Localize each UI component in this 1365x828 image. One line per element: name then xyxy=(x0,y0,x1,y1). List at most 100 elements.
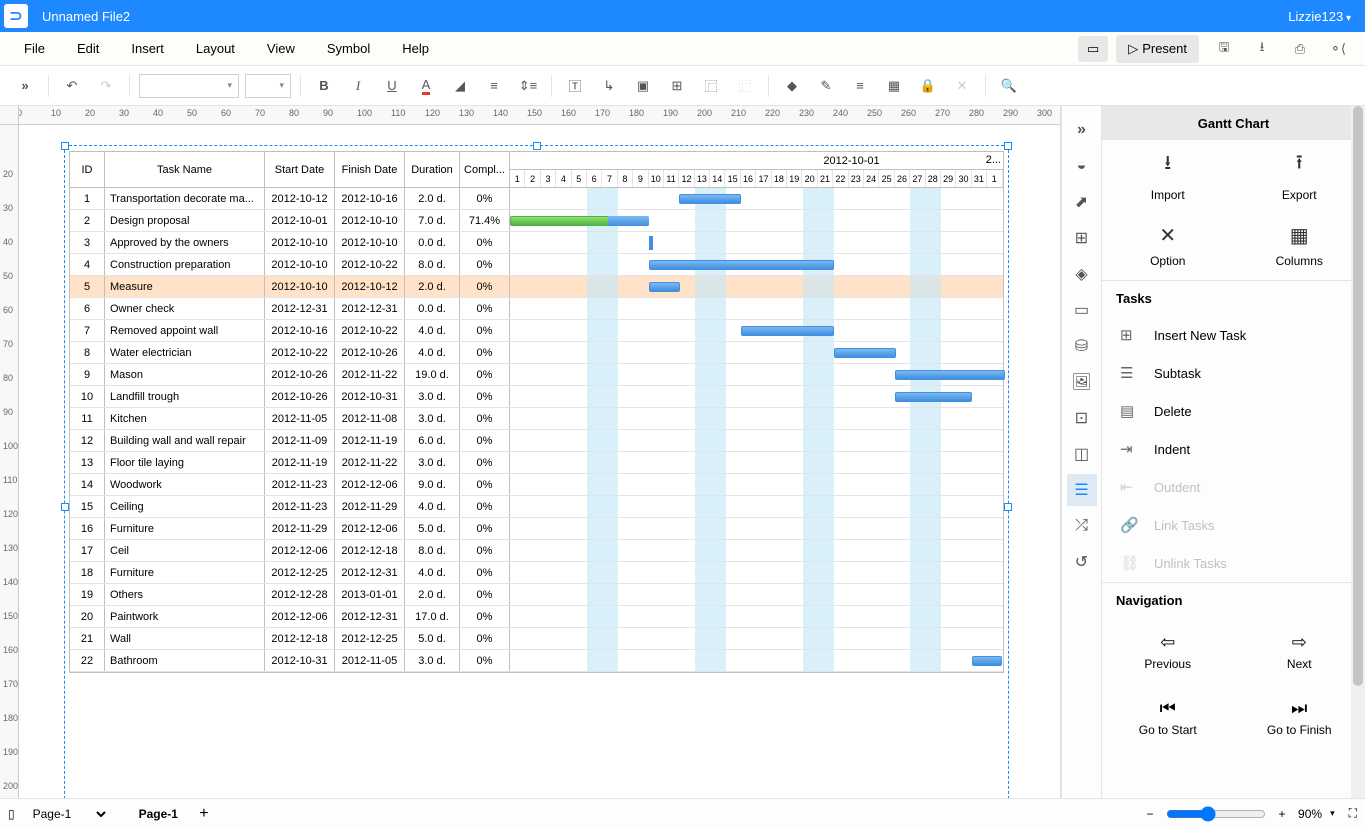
lock-icon[interactable]: 🔒 xyxy=(913,71,943,101)
table-row[interactable]: 5Measure2012-10-102012-10-122.0 d.0% xyxy=(70,276,1003,298)
table-row[interactable]: 10Landfill trough2012-10-262012-10-313.0… xyxy=(70,386,1003,408)
zoom-slider[interactable] xyxy=(1166,806,1266,822)
redo-icon[interactable]: ↷ xyxy=(91,71,121,101)
task-indent[interactable]: ⇥Indent xyxy=(1102,430,1365,468)
presentation-mode-icon[interactable]: ▭ xyxy=(1078,36,1108,62)
expand-panel-icon[interactable]: » xyxy=(1067,114,1097,146)
image-tool-icon[interactable]: 🖼 xyxy=(1067,366,1097,398)
page-select[interactable]: Page-1 xyxy=(29,803,109,825)
page-tab[interactable]: Page-1 xyxy=(123,807,194,821)
connector-icon[interactable]: ↳ xyxy=(594,71,624,101)
present-button[interactable]: ▷Present xyxy=(1116,35,1199,63)
image-icon[interactable]: ▦ xyxy=(879,71,909,101)
chart-tool-icon[interactable]: ⊡ xyxy=(1067,402,1097,434)
line-spacing-icon[interactable]: ⇕≡ xyxy=(513,71,543,101)
font-family-select[interactable] xyxy=(139,74,239,98)
table-row[interactable]: 13Floor tile laying2012-11-192012-11-223… xyxy=(70,452,1003,474)
resize-handle[interactable] xyxy=(61,503,69,511)
download-icon[interactable]: ⭳ xyxy=(1245,36,1279,62)
menu-view[interactable]: View xyxy=(251,41,311,56)
col-finish[interactable]: Finish Date xyxy=(335,152,405,187)
shuffle-icon[interactable]: ⤮ xyxy=(1067,510,1097,542)
menu-file[interactable]: File xyxy=(8,41,61,56)
data-icon[interactable]: ⛁ xyxy=(1067,330,1097,362)
bold-icon[interactable]: B xyxy=(309,71,339,101)
expand-toolbar-icon[interactable]: » xyxy=(10,71,40,101)
col-duration[interactable]: Duration xyxy=(405,152,460,187)
group-icon[interactable]: ⿸ xyxy=(696,71,726,101)
table-row[interactable]: 21Wall2012-12-182012-12-255.0 d.0% xyxy=(70,628,1003,650)
menu-edit[interactable]: Edit xyxy=(61,41,115,56)
line-style-icon[interactable]: ≡ xyxy=(845,71,875,101)
menu-insert[interactable]: Insert xyxy=(115,41,180,56)
menu-help[interactable]: Help xyxy=(386,41,445,56)
table-row[interactable]: 17Ceil2012-12-062012-12-188.0 d.0% xyxy=(70,540,1003,562)
search-icon[interactable]: 🔍 xyxy=(994,71,1024,101)
font-color-icon[interactable]: A xyxy=(411,71,441,101)
table-row[interactable]: 18Furniture2012-12-252012-12-314.0 d.0% xyxy=(70,562,1003,584)
table-row[interactable]: 22Bathroom2012-10-312012-11-053.0 d.0% xyxy=(70,650,1003,672)
columns-button[interactable]: ▦Columns xyxy=(1234,210,1365,280)
resize-handle[interactable] xyxy=(1004,503,1012,511)
resize-handle[interactable] xyxy=(533,142,541,150)
fill-tool-icon[interactable]: ◒ xyxy=(1067,150,1097,182)
col-id[interactable]: ID xyxy=(70,152,105,187)
vertical-scrollbar[interactable] xyxy=(1351,106,1365,798)
zoom-out-button[interactable]: − xyxy=(1140,807,1160,821)
col-name[interactable]: Task Name xyxy=(105,152,265,187)
table-row[interactable]: 8Water electrician2012-10-222012-10-264.… xyxy=(70,342,1003,364)
table-row[interactable]: 2Design proposal2012-10-012012-10-107.0 … xyxy=(70,210,1003,232)
col-start[interactable]: Start Date xyxy=(265,152,335,187)
table-row[interactable]: 15Ceiling2012-11-232012-11-294.0 d.0% xyxy=(70,496,1003,518)
align-objects-icon[interactable]: ▣ xyxy=(628,71,658,101)
gantt-tool-icon[interactable]: ☰ xyxy=(1067,474,1097,506)
nav-go-start[interactable]: ⏮Go to Start xyxy=(1102,684,1234,750)
table-row[interactable]: 14Woodwork2012-11-232012-12-069.0 d.0% xyxy=(70,474,1003,496)
table-row[interactable]: 7Removed appoint wall2012-10-162012-10-2… xyxy=(70,320,1003,342)
table-row[interactable]: 20Paintwork2012-12-062012-12-3117.0 d.0% xyxy=(70,606,1003,628)
add-page-button[interactable]: + xyxy=(194,804,214,824)
share-icon[interactable]: ⚬⟨ xyxy=(1321,36,1355,62)
gantt-chart[interactable]: ID Task Name Start Date Finish Date Dura… xyxy=(69,151,1004,673)
nav-previous[interactable]: ⇦Previous xyxy=(1102,618,1234,684)
grid-tool-icon[interactable]: ⊞ xyxy=(1067,222,1097,254)
underline-icon[interactable]: U xyxy=(377,71,407,101)
option-button[interactable]: ✕Option xyxy=(1102,210,1234,280)
undo-icon[interactable]: ↶ xyxy=(57,71,87,101)
table-row[interactable]: 12Building wall and wall repair2012-11-0… xyxy=(70,430,1003,452)
canvas[interactable]: 0102030405060708090100110120130140150160… xyxy=(0,106,1061,798)
text-box-icon[interactable]: 🅃 xyxy=(560,71,590,101)
user-menu[interactable]: Lizzie123 xyxy=(1278,9,1361,24)
fullscreen-icon[interactable]: ⛶ xyxy=(1349,806,1357,821)
italic-icon[interactable]: I xyxy=(343,71,373,101)
task-insert[interactable]: ⊞Insert New Task xyxy=(1102,316,1365,354)
menu-symbol[interactable]: Symbol xyxy=(311,41,386,56)
nav-go-finish[interactable]: ⏭Go to Finish xyxy=(1234,684,1365,750)
export-tool-icon[interactable]: ⬈ xyxy=(1067,186,1097,218)
import-button[interactable]: ⭳Import xyxy=(1102,140,1234,210)
table-row[interactable]: 19Others2012-12-282013-01-012.0 d.0% xyxy=(70,584,1003,606)
zoom-in-button[interactable]: + xyxy=(1272,807,1292,821)
font-size-select[interactable] xyxy=(245,74,291,98)
line-color-icon[interactable]: ✎ xyxy=(811,71,841,101)
settings-icon[interactable]: ✕ xyxy=(947,71,977,101)
table-row[interactable]: 16Furniture2012-11-292012-12-065.0 d.0% xyxy=(70,518,1003,540)
export-button[interactable]: ⭱Export xyxy=(1234,140,1365,210)
table-row[interactable]: 4Construction preparation2012-10-102012-… xyxy=(70,254,1003,276)
task-subtask[interactable]: ☰Subtask xyxy=(1102,354,1365,392)
layers-icon[interactable]: ◈ xyxy=(1067,258,1097,290)
history-icon[interactable]: ↺ xyxy=(1067,546,1097,578)
print-icon[interactable]: ⎙ xyxy=(1283,36,1317,62)
align-icon[interactable]: ≡ xyxy=(479,71,509,101)
nav-next[interactable]: ⇨Next xyxy=(1234,618,1365,684)
table-row[interactable]: 1Transportation decorate ma...2012-10-12… xyxy=(70,188,1003,210)
col-completion[interactable]: Compl... xyxy=(460,152,510,187)
resize-handle[interactable] xyxy=(61,142,69,150)
menu-layout[interactable]: Layout xyxy=(180,41,251,56)
table-row[interactable]: 3Approved by the owners2012-10-102012-10… xyxy=(70,232,1003,254)
table-row[interactable]: 9Mason2012-10-262012-11-2219.0 d.0% xyxy=(70,364,1003,386)
task-delete[interactable]: ▤Delete xyxy=(1102,392,1365,430)
highlight-icon[interactable]: ◢ xyxy=(445,71,475,101)
frame-icon[interactable]: ◫ xyxy=(1067,438,1097,470)
fill-color-icon[interactable]: ◆ xyxy=(777,71,807,101)
